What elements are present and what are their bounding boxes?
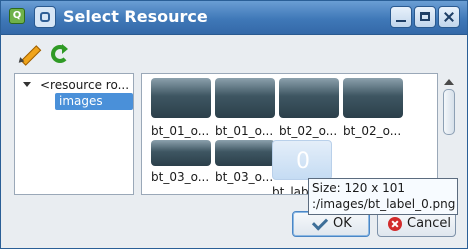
thumbnail-caption: bt_03_o... xyxy=(151,170,210,184)
thumbnail-image: 0 xyxy=(272,140,332,180)
select-resource-dialog: Q Select Resource <resource ro... images… xyxy=(0,0,468,249)
tooltip-size: Size: 120 x 101 xyxy=(312,181,406,195)
tree-root-item[interactable]: <resource ro... xyxy=(20,78,130,94)
close-button[interactable] xyxy=(438,6,460,28)
thumbnail-preview-text: 0 xyxy=(296,149,310,174)
scrollbar-thumb[interactable] xyxy=(443,89,455,135)
window-title: Select Resource xyxy=(63,7,208,26)
thumbnail-image xyxy=(215,140,275,166)
thumbnail-caption: bt_02_o... xyxy=(343,124,402,138)
window-menu-icon[interactable] xyxy=(34,6,56,28)
tree-item-images[interactable]: images xyxy=(55,93,133,110)
qt-app-icon[interactable]: Q xyxy=(9,8,25,24)
thumbnail-image xyxy=(151,78,211,118)
thumbnail-caption: bt_03_o... xyxy=(215,170,274,184)
thumbnail-image xyxy=(215,78,275,118)
tree-root-label: <resource ro... xyxy=(40,78,130,92)
edit-resources-button[interactable] xyxy=(16,43,42,66)
thumbnail-caption: bt_01_o... xyxy=(151,124,210,138)
maximize-button[interactable] xyxy=(414,6,436,28)
resource-tree[interactable]: <resource ro... images xyxy=(14,73,134,195)
tooltip-path: :/images/bt_label_0.png xyxy=(312,197,456,211)
reload-arrow-icon xyxy=(62,44,68,54)
cancel-icon xyxy=(388,217,402,231)
thumbnail-caption: bt_02_o... xyxy=(279,124,338,138)
resource-thumbnail-grid[interactable]: bt_01_o... bt_01_o... bt_02_o... bt_02_o… xyxy=(141,73,438,195)
thumbnail-caption: bt_01_o... xyxy=(215,124,274,138)
chevron-down-icon[interactable] xyxy=(22,81,31,89)
reload-button[interactable] xyxy=(49,43,73,65)
resource-tooltip: Size: 120 x 101 :/images/bt_label_0.png xyxy=(308,178,458,215)
ok-button-label: OK xyxy=(333,216,352,231)
thumbnail-image xyxy=(343,78,403,118)
pencil-icon xyxy=(20,45,42,66)
scroll-up-icon[interactable] xyxy=(444,79,454,85)
vertical-scrollbar[interactable] xyxy=(440,73,458,195)
checkmark-icon xyxy=(311,214,329,231)
thumbnail-image xyxy=(279,78,339,118)
cancel-button-label: Cancel xyxy=(407,216,452,231)
minimize-button[interactable] xyxy=(390,6,412,28)
title-bar[interactable]: Q Select Resource xyxy=(1,1,467,35)
thumbnail-image xyxy=(151,140,211,166)
